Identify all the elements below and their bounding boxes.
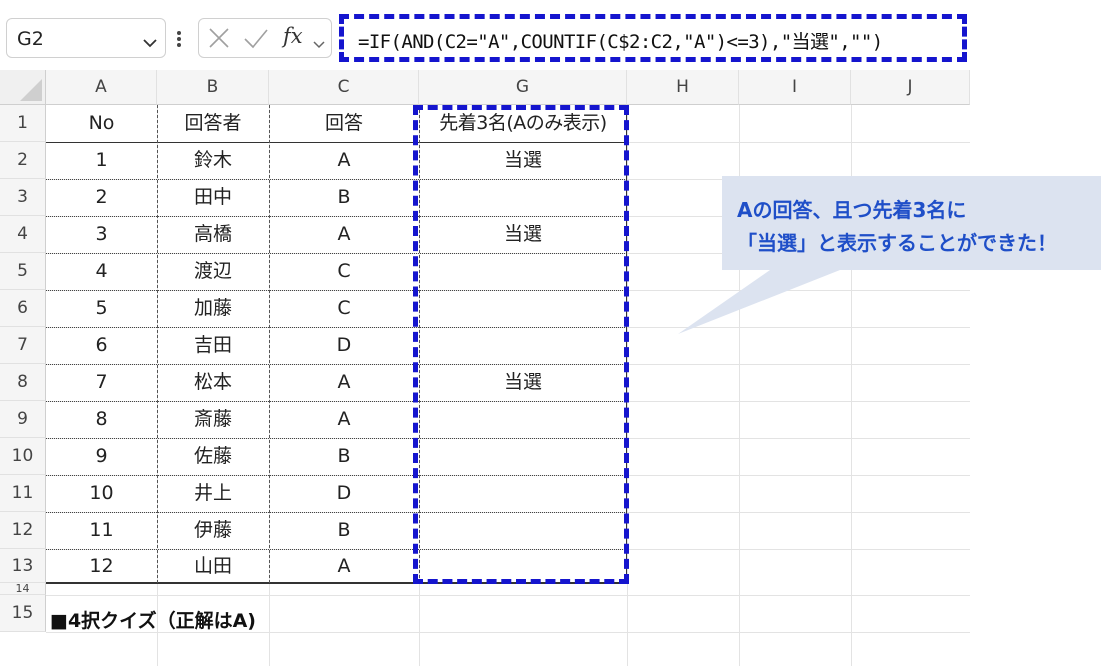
cell-no[interactable]: 7 (46, 364, 157, 401)
row-header-6[interactable]: 6 (0, 290, 46, 327)
row-header-12[interactable]: 12 (0, 512, 46, 549)
row-header-9[interactable]: 9 (0, 401, 46, 438)
cell-responder[interactable]: 斎藤 (157, 401, 269, 438)
cell-no[interactable]: 9 (46, 438, 157, 475)
cell-answer[interactable]: C (269, 290, 419, 327)
cell-answer[interactable]: A (269, 142, 419, 179)
formula-text[interactable]: =IF(AND(C2="A",COUNTIF(C$2:C2,"A")<=3),"… (358, 27, 883, 54)
cell-answer[interactable]: A (269, 364, 419, 401)
cell-no[interactable]: 2 (46, 179, 157, 216)
formula-bar: G2 fx =IF(AND(C2="A",COUNTIF(C$2:C2,"A")… (0, 0, 1109, 70)
header-responder[interactable]: 回答者 (157, 105, 269, 142)
cell-no[interactable]: 1 (46, 142, 157, 179)
column-header-b[interactable]: B (157, 70, 269, 105)
cell-no[interactable]: 6 (46, 327, 157, 364)
callout-line-1: Aの回答、且つ先着3名に (737, 198, 967, 222)
column-header-h[interactable]: H (627, 70, 739, 105)
cell-responder[interactable]: 吉田 (157, 327, 269, 364)
column-header-j[interactable]: J (851, 70, 970, 105)
cell-responder[interactable]: 渡辺 (157, 253, 269, 290)
fx-chevron-down-icon[interactable] (313, 34, 325, 72)
column-header-g[interactable]: G (419, 70, 627, 105)
enter-icon[interactable] (243, 26, 269, 64)
callout-line-2: 「当選」と表示することができた！ (737, 231, 1057, 255)
more-vertical-icon[interactable] (176, 30, 182, 52)
cell-answer[interactable]: B (269, 438, 419, 475)
row-header-15[interactable]: 15 (0, 595, 46, 632)
select-all-button[interactable] (0, 70, 46, 105)
row-header-4[interactable]: 4 (0, 216, 46, 253)
row-header-8[interactable]: 8 (0, 364, 46, 401)
cell-answer[interactable]: B (269, 512, 419, 549)
cell-responder[interactable]: 加藤 (157, 290, 269, 327)
column-header-c[interactable]: C (269, 70, 419, 105)
cell-answer[interactable]: A (269, 549, 419, 583)
row-header-10[interactable]: 10 (0, 438, 46, 475)
row-header-13[interactable]: 13 (0, 549, 46, 583)
cancel-icon[interactable] (207, 26, 231, 64)
cell-answer[interactable]: B (269, 179, 419, 216)
cell-no[interactable]: 8 (46, 401, 157, 438)
formula-buttons: fx (198, 18, 332, 58)
cell-responder[interactable]: 田中 (157, 179, 269, 216)
cell-answer[interactable]: D (269, 475, 419, 512)
row-header-5[interactable]: 5 (0, 253, 46, 290)
cell-answer[interactable]: A (269, 401, 419, 438)
sheet-title[interactable]: ■4択クイズ（正解はA) (50, 606, 256, 633)
column-header-i[interactable]: I (739, 70, 851, 105)
name-box[interactable]: G2 (6, 18, 166, 58)
row-header-11[interactable]: 11 (0, 475, 46, 512)
cell-no[interactable]: 10 (46, 475, 157, 512)
callout-text: Aの回答、且つ先着3名に 「当選」と表示することができた！ (737, 194, 1057, 260)
row-header-1[interactable]: 1 (0, 105, 46, 142)
header-answer[interactable]: 回答 (269, 105, 419, 142)
cell-responder[interactable]: 伊藤 (157, 512, 269, 549)
fx-icon[interactable]: fx (283, 24, 303, 48)
cell-answer[interactable]: D (269, 327, 419, 364)
cell-answer[interactable]: A (269, 216, 419, 253)
row-header-7[interactable]: 7 (0, 327, 46, 364)
cell-responder[interactable]: 佐藤 (157, 438, 269, 475)
column-header-a[interactable]: A (46, 70, 157, 105)
cell-no[interactable]: 12 (46, 549, 157, 583)
cell-answer[interactable]: C (269, 253, 419, 290)
row-header-14[interactable]: 14 (0, 583, 46, 595)
spreadsheet-grid: A B C G H I J 1 2 3 4 5 6 7 8 9 10 11 12… (0, 70, 970, 666)
cell-no[interactable]: 11 (46, 512, 157, 549)
formula-input[interactable]: =IF(AND(C2="A",COUNTIF(C$2:C2,"A")<=3),"… (339, 14, 967, 62)
cell-no[interactable]: 5 (46, 290, 157, 327)
row-header-3[interactable]: 3 (0, 179, 46, 216)
row-header-2[interactable]: 2 (0, 142, 46, 179)
chevron-down-icon[interactable] (143, 33, 157, 52)
name-box-value[interactable]: G2 (17, 28, 44, 50)
header-no[interactable]: No (46, 105, 157, 142)
result-column-highlight (413, 105, 629, 584)
cell-responder[interactable]: 松本 (157, 364, 269, 401)
cell-responder[interactable]: 鈴木 (157, 142, 269, 179)
cell-responder[interactable]: 高橋 (157, 216, 269, 253)
cell-no[interactable]: 4 (46, 253, 157, 290)
cell-no[interactable]: 3 (46, 216, 157, 253)
cell-responder[interactable]: 山田 (157, 549, 269, 583)
cell-responder[interactable]: 井上 (157, 475, 269, 512)
